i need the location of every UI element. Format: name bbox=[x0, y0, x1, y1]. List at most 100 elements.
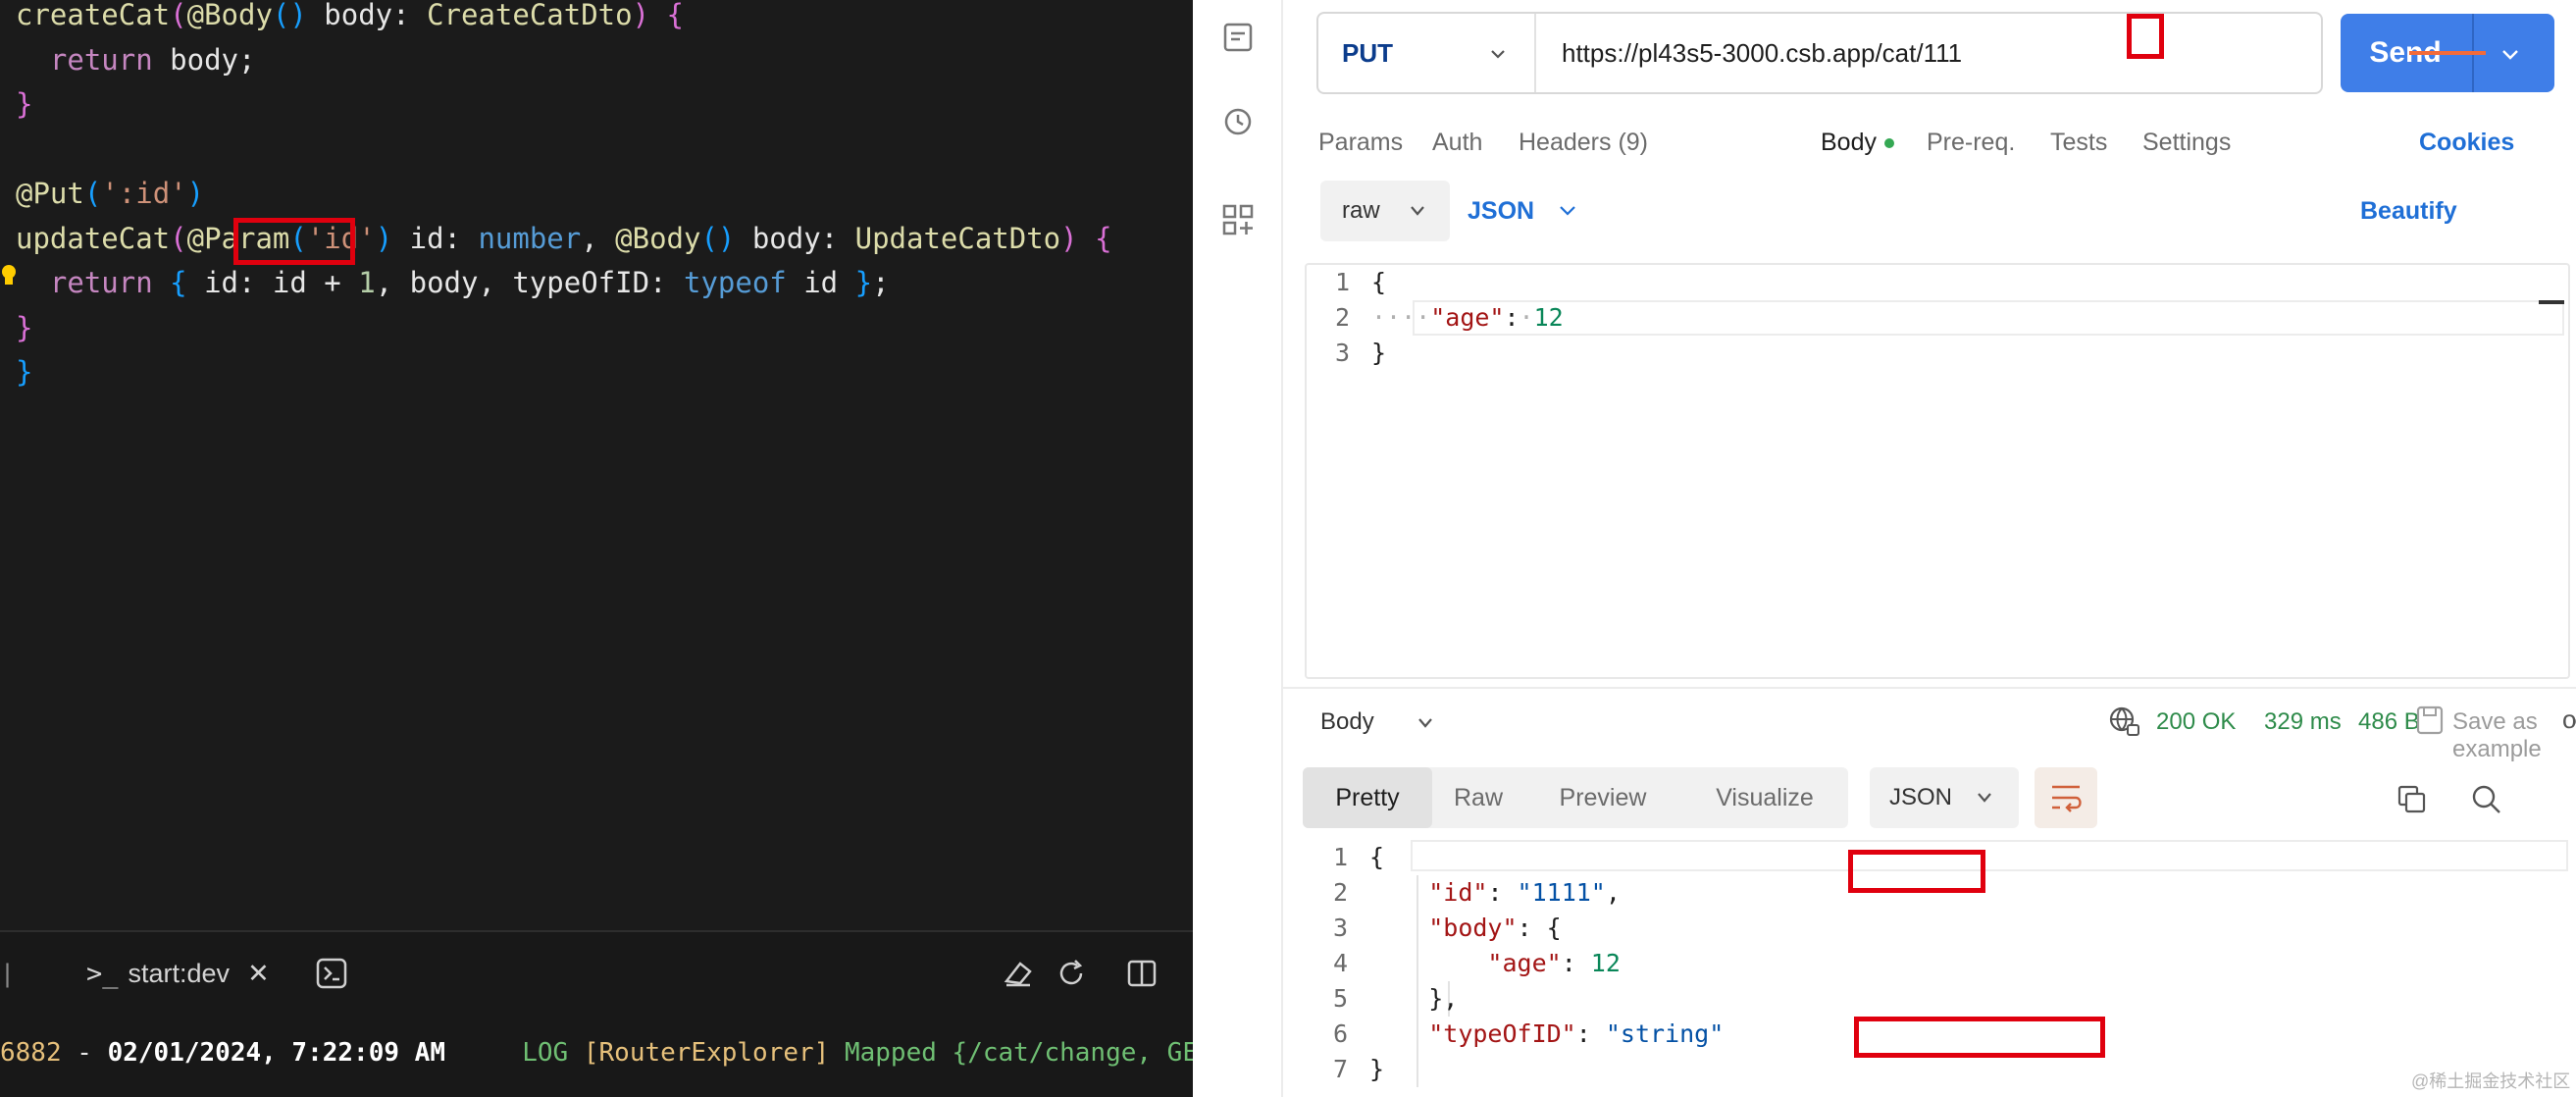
json-line: "body": { bbox=[1369, 911, 1561, 946]
body-status-dot bbox=[1883, 138, 1894, 149]
tab-pretty[interactable]: Pretty bbox=[1303, 767, 1432, 828]
split-icon[interactable] bbox=[1124, 956, 1159, 991]
url-input[interactable]: https://pl43s5-3000.csb.app/cat/111 bbox=[1562, 14, 1962, 92]
line-number: 7 bbox=[1332, 1055, 1348, 1083]
tab-headers[interactable]: Headers (9) bbox=[1519, 118, 1648, 167]
code-token: } bbox=[1369, 1055, 1385, 1083]
save-as-example-button[interactable]: Save as example bbox=[2452, 708, 2576, 763]
search-icon[interactable] bbox=[2470, 783, 2503, 816]
tab-settings[interactable]: Settings bbox=[2142, 118, 2231, 167]
method-select[interactable]: PUT bbox=[1318, 14, 1536, 92]
terminal-log-line: 6882 - 02/01/2024, 7:22:09 AM LOG [Route… bbox=[0, 1038, 1193, 1068]
code-token: number bbox=[478, 221, 582, 255]
current-line-highlight bbox=[1411, 840, 2568, 871]
terminal-panel: | >_ start:dev ✕ bbox=[0, 930, 1193, 1097]
close-icon[interactable]: ✕ bbox=[247, 959, 270, 989]
tab-params[interactable]: Params bbox=[1318, 118, 1403, 167]
code-token: } bbox=[16, 355, 33, 389]
json-line: ····"age":·12 bbox=[1371, 300, 1564, 336]
collections-icon[interactable] bbox=[1220, 20, 1256, 55]
tab-raw[interactable]: Raw bbox=[1432, 767, 1524, 828]
code-token: body: bbox=[306, 0, 428, 31]
code-token: "1111" bbox=[1517, 878, 1606, 907]
lightbulb-icon[interactable] bbox=[0, 263, 18, 288]
status-code[interactable]: 200 OK bbox=[2156, 708, 2236, 736]
api-client-pane: PUT https://pl43s5-3000.csb.app/cat/111 … bbox=[1193, 0, 2576, 1097]
log-message: Mapped {/cat/change, GET} bbox=[829, 1038, 1193, 1068]
code-token: { bbox=[666, 0, 684, 31]
response-section-label[interactable]: Body bbox=[1320, 708, 1374, 736]
log-level: LOG bbox=[444, 1038, 584, 1068]
body-mode-select[interactable]: raw bbox=[1320, 181, 1450, 241]
clear-icon[interactable] bbox=[1001, 956, 1036, 991]
code-token: } bbox=[1371, 339, 1387, 367]
line-number: 1 bbox=[1334, 268, 1350, 296]
code-token: "age" bbox=[1430, 303, 1505, 332]
wrap-lines-button[interactable] bbox=[2035, 767, 2097, 828]
code-token: ) bbox=[186, 177, 205, 210]
beautify-button[interactable]: Beautify bbox=[2360, 181, 2457, 241]
response-format-select[interactable]: JSON bbox=[1870, 767, 2019, 828]
response-size[interactable]: 486 B bbox=[2358, 708, 2420, 736]
chevron-down-icon[interactable] bbox=[2499, 45, 2521, 63]
network-icon[interactable] bbox=[2107, 705, 2140, 738]
code-token: } bbox=[16, 310, 33, 344]
json-line: "typeOfID": "string" bbox=[1369, 1017, 1724, 1052]
code-token: ; bbox=[872, 266, 890, 299]
chevron-down-icon bbox=[1978, 793, 1991, 803]
code-token: ···· bbox=[1371, 303, 1431, 332]
json-line: }, bbox=[1369, 981, 1458, 1017]
terminal-tab[interactable]: >_ start:dev ✕ bbox=[86, 950, 270, 997]
line-number: 2 bbox=[1332, 878, 1348, 907]
active-tab-indicator bbox=[2409, 51, 2486, 55]
tab-prereq[interactable]: Pre-req. bbox=[1927, 118, 2015, 167]
code-token: CreateCatDto bbox=[427, 0, 633, 31]
tab-body[interactable]: Body bbox=[1821, 118, 1894, 167]
json-line: } bbox=[1371, 336, 1386, 371]
more-options-icon[interactable]: ooo bbox=[2562, 705, 2576, 735]
code-token: { bbox=[1095, 221, 1112, 255]
tab-tests[interactable]: Tests bbox=[2050, 118, 2107, 167]
code-token: 12 bbox=[1533, 303, 1564, 332]
code-area[interactable]: createCat(@Body() body: CreateCatDto) { … bbox=[0, 0, 1193, 927]
history-icon[interactable] bbox=[1220, 104, 1256, 139]
tab-preview[interactable]: Preview bbox=[1524, 767, 1681, 828]
code-token: @Put bbox=[16, 177, 84, 210]
code-line: } bbox=[16, 81, 32, 127]
request-body-editor[interactable]: 1 {2 ····"age":·12 3} bbox=[1305, 263, 2570, 679]
code-token: ) bbox=[632, 0, 650, 31]
save-icon bbox=[2416, 705, 2444, 735]
line-number: 1 bbox=[1332, 843, 1348, 871]
line-number: 5 bbox=[1332, 984, 1348, 1013]
body-format-select[interactable]: JSON bbox=[1468, 181, 1534, 241]
highlight-param-type bbox=[233, 218, 355, 265]
code-token: 1 bbox=[358, 266, 376, 299]
code-token: "string" bbox=[1605, 1019, 1725, 1048]
response-time[interactable]: 329 ms bbox=[2264, 708, 2342, 736]
json-line: { bbox=[1369, 840, 1384, 875]
tab-visualize[interactable]: Visualize bbox=[1681, 767, 1848, 828]
restart-icon[interactable] bbox=[1054, 956, 1089, 991]
code-token: ( bbox=[170, 221, 187, 255]
code-token: id: bbox=[392, 221, 479, 255]
terminal-launch-icon[interactable] bbox=[314, 956, 349, 991]
code-token: id: id + bbox=[186, 266, 359, 299]
cookies-link[interactable]: Cookies bbox=[2419, 118, 2514, 167]
code-line: } bbox=[16, 305, 32, 350]
wrap-icon bbox=[2052, 785, 2082, 812]
add-workspace-icon[interactable] bbox=[1220, 202, 1256, 237]
response-header: Body 200 OK 329 ms 486 B Save as example… bbox=[1283, 687, 2576, 762]
chevron-down-icon[interactable] bbox=[1417, 716, 1434, 730]
copy-icon[interactable] bbox=[2396, 783, 2429, 816]
minimap-marker bbox=[2539, 300, 2564, 304]
url-bar: PUT https://pl43s5-3000.csb.app/cat/111 bbox=[1316, 12, 2323, 94]
code-token: : bbox=[1561, 949, 1591, 977]
code-token: () bbox=[272, 0, 307, 31]
chevron-down-icon[interactable] bbox=[1558, 204, 1577, 218]
tab-auth[interactable]: Auth bbox=[1432, 118, 1482, 167]
